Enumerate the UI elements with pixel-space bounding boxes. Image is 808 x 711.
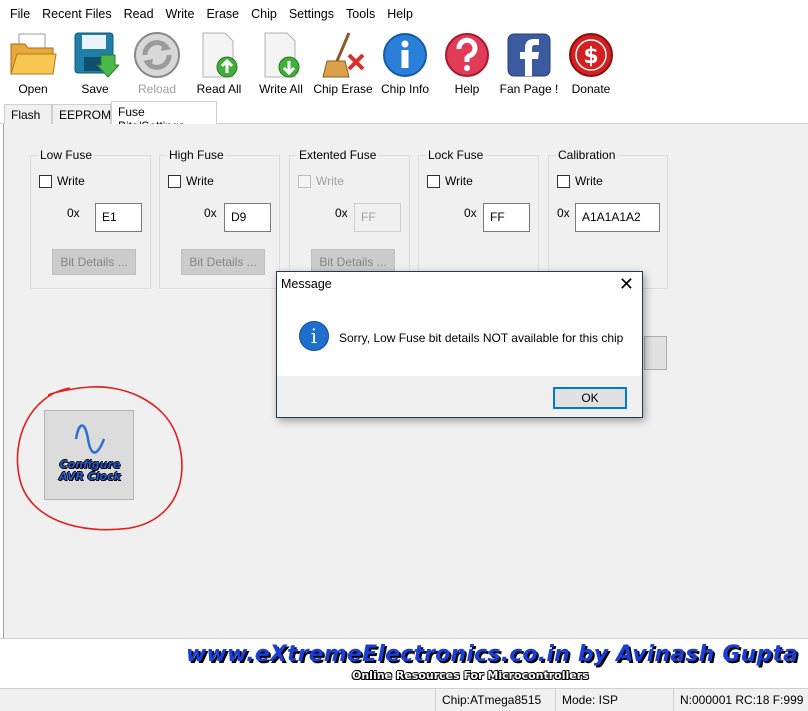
status-mode: Mode: ISP: [555, 689, 673, 711]
chip-erase-button[interactable]: Chip Erase: [312, 30, 374, 96]
open-button[interactable]: Open: [2, 30, 64, 96]
help-button[interactable]: Help: [436, 30, 498, 96]
checkbox-box[interactable]: [298, 174, 311, 188]
sine-wave-icon: [74, 424, 106, 454]
configure-avr-clock-label: Configure AVR Clock: [59, 458, 121, 483]
low-fuse-group: Low Fuse Write 0x E1 Bit Details ...: [30, 148, 151, 289]
reload-button[interactable]: Reload: [126, 30, 188, 96]
save-button[interactable]: Save: [64, 30, 126, 96]
write-all-button[interactable]: Write All: [250, 30, 312, 96]
status-chip: Chip:ATmega8515: [435, 689, 555, 711]
calibration-group: Calibration Write 0x A1A1A1A2: [548, 148, 668, 289]
menu-read[interactable]: Read: [118, 7, 160, 21]
read-all-button[interactable]: Read All: [188, 30, 250, 96]
lock-fuse-write-checkbox[interactable]: Write: [427, 174, 473, 188]
banner-subtitle: Online Resources For Microcontrollers: [352, 669, 589, 682]
extended-fuse-write-checkbox[interactable]: Write: [298, 174, 344, 188]
menu-erase[interactable]: Erase: [200, 7, 245, 21]
status-counters: N:000001 RC:18 F:999: [673, 689, 808, 711]
site-banner: www.eXtremeElectronics.co.in by Avinash …: [0, 638, 808, 688]
broom-icon: [317, 30, 369, 80]
low-fuse-value-input[interactable]: E1: [95, 203, 142, 232]
tab-flash[interactable]: Flash: [4, 104, 52, 124]
obscured-button[interactable]: [644, 336, 667, 370]
menu-recent-files[interactable]: Recent Files: [36, 7, 117, 21]
fan-page-button[interactable]: Fan Page !: [498, 30, 560, 96]
menu-bar: File Recent Files Read Write Erase Chip …: [0, 0, 808, 28]
status-bar: Chip:ATmega8515 Mode: ISP N:000001 RC:18…: [0, 688, 808, 711]
menu-write[interactable]: Write: [160, 7, 201, 21]
menu-tools[interactable]: Tools: [340, 7, 381, 21]
reload-icon: [131, 30, 183, 80]
info-icon: [379, 30, 431, 80]
extended-fuse-group: Extented Fuse Write 0x FF Bit Details ..…: [289, 148, 410, 289]
write-all-icon: [255, 30, 307, 80]
high-fuse-title: High Fuse: [167, 148, 226, 162]
question-icon: [441, 30, 493, 80]
tab-eeprom[interactable]: EEPROM: [52, 104, 111, 124]
floppy-disk-icon: [69, 30, 121, 80]
checkbox-box[interactable]: [168, 174, 181, 188]
hex-prefix: 0x: [204, 206, 217, 220]
banner-title: www.eXtremeElectronics.co.in by Avinash …: [186, 642, 799, 667]
hex-prefix: 0x: [335, 206, 348, 220]
tab-strip: Flash EEPROM Fuse Bits/Settings: [0, 100, 808, 133]
calibration-title: Calibration: [556, 148, 618, 162]
info-icon: i: [299, 321, 329, 351]
facebook-icon: [503, 30, 555, 80]
hex-prefix: 0x: [67, 206, 80, 220]
hex-prefix: 0x: [557, 206, 570, 220]
checkbox-box[interactable]: [557, 174, 570, 188]
high-fuse-write-checkbox[interactable]: Write: [168, 174, 214, 188]
dialog-body: i Sorry, Low Fuse bit details NOT availa…: [277, 297, 642, 376]
menu-help[interactable]: Help: [381, 7, 419, 21]
close-icon[interactable]: ✕: [619, 274, 634, 294]
calibration-value-input[interactable]: A1A1A1A2: [575, 203, 660, 232]
message-dialog: Message ✕ i Sorry, Low Fuse bit details …: [276, 271, 643, 418]
high-fuse-value-input[interactable]: D9: [224, 203, 271, 232]
read-all-icon: [193, 30, 245, 80]
low-fuse-title: Low Fuse: [38, 148, 95, 162]
calibration-write-checkbox[interactable]: Write: [557, 174, 603, 188]
folder-icon: [7, 30, 59, 80]
high-fuse-bit-details-button[interactable]: Bit Details ...: [181, 249, 265, 275]
low-fuse-bit-details-button[interactable]: Bit Details ...: [52, 249, 136, 275]
dialog-title: Message: [277, 272, 642, 297]
toolbar: Open Save Reload Read All Write All Chip…: [0, 28, 808, 98]
dollar-icon: $: [565, 30, 617, 80]
configure-avr-clock-button[interactable]: Configure AVR Clock: [44, 410, 134, 500]
lock-fuse-title: Lock Fuse: [426, 148, 486, 162]
checkbox-box[interactable]: [39, 174, 52, 188]
high-fuse-group: High Fuse Write 0x D9 Bit Details ...: [159, 148, 280, 289]
dialog-message: Sorry, Low Fuse bit details NOT availabl…: [339, 331, 624, 345]
low-fuse-write-checkbox[interactable]: Write: [39, 174, 85, 188]
lock-fuse-group: Lock Fuse Write 0x FF: [418, 148, 539, 289]
tab-fuse-bits-settings[interactable]: Fuse Bits/Settings: [111, 101, 217, 133]
extended-fuse-value-input[interactable]: FF: [354, 203, 401, 232]
checkbox-box[interactable]: [427, 174, 440, 188]
menu-file[interactable]: File: [4, 7, 36, 21]
svg-text:$: $: [583, 44, 598, 69]
dialog-footer: OK: [277, 376, 642, 417]
chip-info-button[interactable]: Chip Info: [374, 30, 436, 96]
menu-settings[interactable]: Settings: [283, 7, 340, 21]
donate-button[interactable]: $ Donate: [560, 30, 622, 96]
extended-fuse-title: Extented Fuse: [297, 148, 379, 162]
menu-chip[interactable]: Chip: [245, 7, 283, 21]
ok-button[interactable]: OK: [553, 387, 627, 409]
hex-prefix: 0x: [464, 206, 477, 220]
lock-fuse-value-input[interactable]: FF: [483, 203, 530, 232]
